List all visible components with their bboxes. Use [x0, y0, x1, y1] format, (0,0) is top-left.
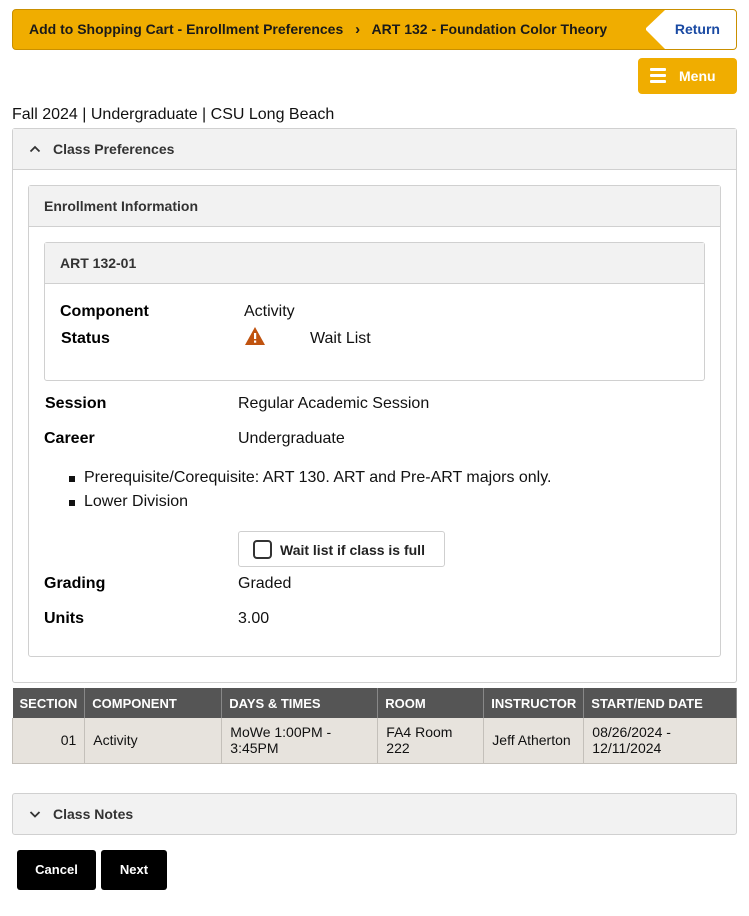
breadcrumb: Add to Shopping Cart - Enrollment Prefer… — [29, 10, 607, 49]
instructor-cell: Jeff Atherton — [483, 718, 585, 764]
chevron-up-icon — [29, 145, 41, 153]
warning-icon — [245, 327, 265, 345]
class-notes-title: Class Notes — [53, 806, 134, 822]
column-header: SECTION — [12, 688, 86, 718]
waitlist-label: Wait list if class is full — [280, 542, 425, 558]
dates-cell: 08/26/2024 - 12/11/2024 — [583, 718, 737, 764]
units-label: Units — [44, 610, 84, 627]
chevron-down-icon — [29, 811, 41, 818]
return-label: Return — [674, 21, 720, 37]
class-preferences-header[interactable]: Class Preferences — [13, 129, 736, 170]
list-item: Prerequisite/Corequisite: ART 130. ART a… — [69, 466, 552, 490]
session-label: Session — [45, 395, 107, 412]
waitlist-checkbox[interactable]: Wait list if class is full — [238, 531, 445, 567]
column-header: COMPONENT — [84, 688, 223, 718]
status-label: Status — [61, 330, 110, 347]
class-preferences-panel: Class Preferences Enrollment Information… — [12, 128, 737, 683]
breadcrumb-bar: Add to Shopping Cart - Enrollment Prefer… — [12, 9, 737, 50]
class-id: ART 132-01 — [45, 243, 704, 284]
chevron-right-icon: › — [355, 21, 361, 38]
column-header: START/END DATE — [583, 688, 737, 718]
class-notes-panel[interactable]: Class Notes — [12, 793, 737, 835]
column-header: ROOM — [377, 688, 485, 718]
section-cell: 01 — [11, 718, 86, 764]
career-value: Undergraduate — [238, 430, 345, 447]
table-row: 01 Activity MoWe 1:00PM - 3:45PM FA4 Roo… — [11, 718, 737, 764]
class-preferences-title: Class Preferences — [53, 141, 175, 157]
table-header-row: SECTION COMPONENT DAYS & TIMES ROOM INST… — [12, 688, 737, 718]
class-section-box: ART 132-01 Component Activity Status Wai… — [44, 242, 705, 381]
component-label: Component — [60, 303, 149, 320]
component-cell: Activity — [84, 718, 223, 764]
cancel-button[interactable]: Cancel — [17, 850, 96, 890]
column-header: DAYS & TIMES — [221, 688, 379, 718]
units-value: 3.00 — [238, 610, 270, 627]
component-value: Activity — [244, 303, 295, 320]
room-cell: FA4 Room 222 — [377, 718, 485, 764]
term-info: Fall 2024 | Undergraduate | CSU Long Bea… — [12, 106, 335, 123]
career-label: Career — [44, 430, 95, 447]
column-header: INSTRUCTOR — [483, 688, 585, 718]
class-notes-list: Prerequisite/Corequisite: ART 130. ART a… — [68, 466, 552, 514]
list-item: Lower Division — [69, 490, 552, 514]
menu-button[interactable]: Menu — [638, 58, 737, 94]
return-button[interactable]: Return — [646, 10, 736, 49]
hamburger-icon — [650, 68, 666, 86]
section-table: SECTION COMPONENT DAYS & TIMES ROOM INST… — [11, 688, 737, 764]
checkbox-icon[interactable] — [253, 540, 272, 559]
breadcrumb-item-class: ART 132 - Foundation Color Theory — [371, 21, 608, 37]
enrollment-information-title: Enrollment Information — [29, 186, 720, 227]
grading-label: Grading — [44, 575, 106, 592]
breadcrumb-item-enrollment[interactable]: Add to Shopping Cart - Enrollment Prefer… — [29, 21, 343, 37]
enrollment-information-box: Enrollment Information ART 132-01 Compon… — [28, 185, 721, 657]
session-value: Regular Academic Session — [238, 395, 430, 412]
next-button[interactable]: Next — [101, 850, 167, 890]
days-times-cell: MoWe 1:00PM - 3:45PM — [221, 718, 379, 764]
status-value: Wait List — [310, 330, 371, 347]
menu-label: Menu — [679, 68, 716, 84]
grading-value: Graded — [238, 575, 292, 592]
